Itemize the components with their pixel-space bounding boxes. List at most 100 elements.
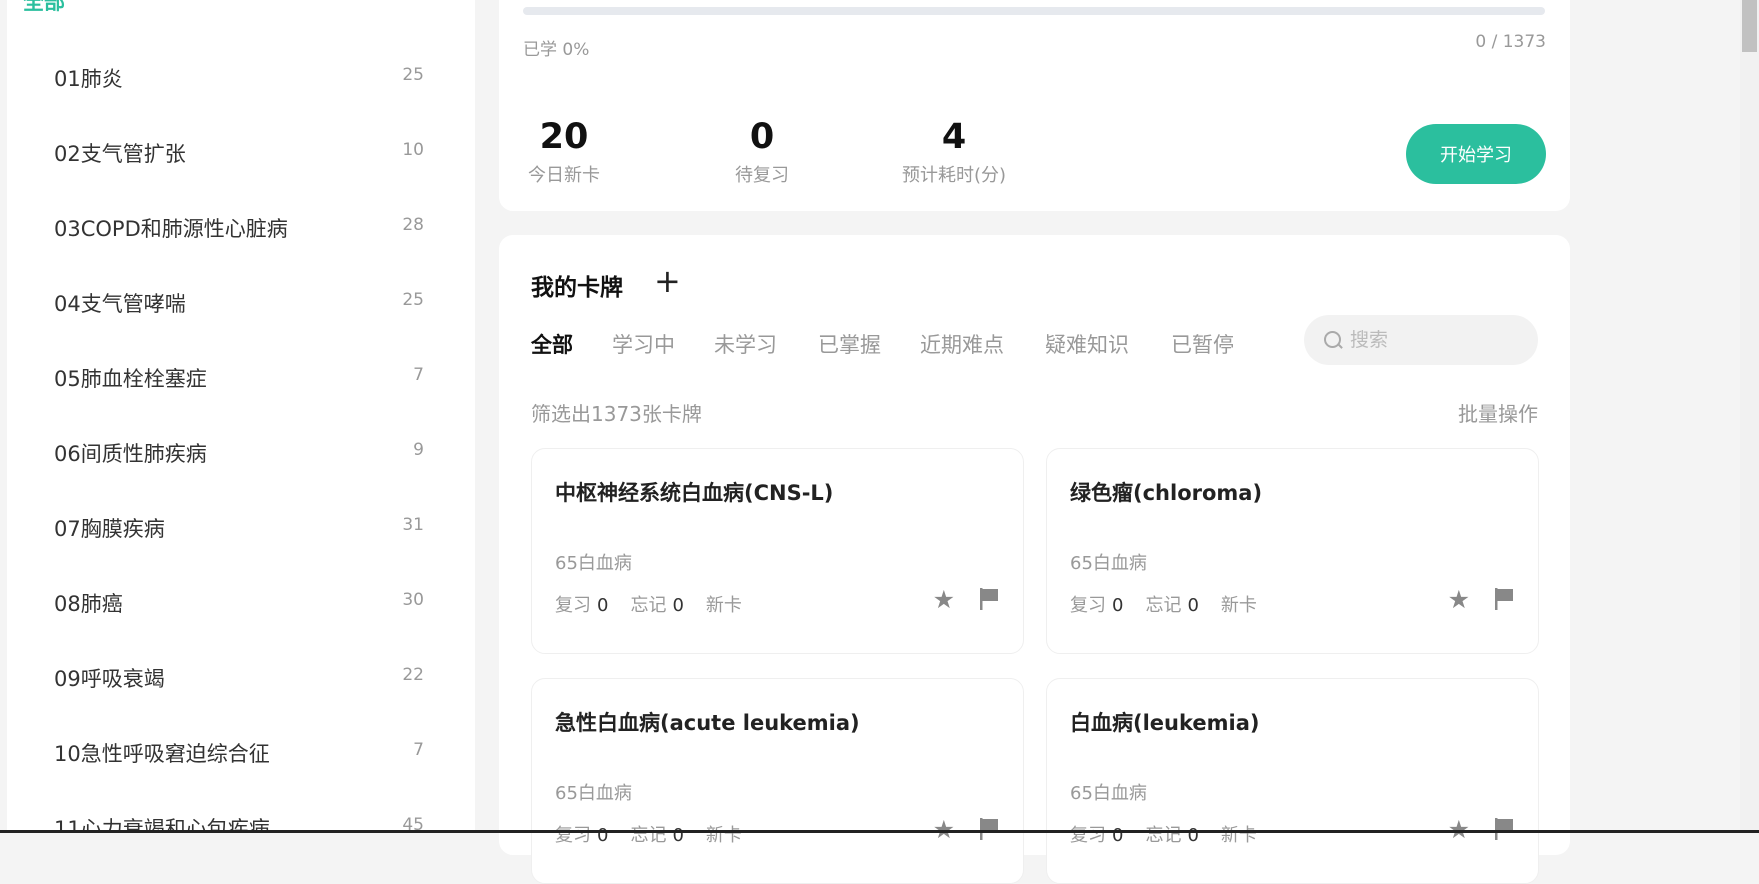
panel-title: 我的卡牌 — [531, 275, 623, 301]
sidebar-item-09[interactable]: 09呼吸衰竭 22 — [7, 639, 475, 714]
sidebar-item-label: 04支气管哮喘 — [54, 292, 186, 316]
tab-paused[interactable]: 已暂停 — [1171, 329, 1234, 359]
card-title: 急性白血病(acute leukemia) — [555, 711, 860, 735]
stat-to-review: 0 待复习 — [717, 119, 807, 187]
card-status: 新卡 — [1220, 825, 1257, 846]
sidebar-item-label: 01肺炎 — [54, 67, 123, 91]
sidebar-item-03[interactable]: 03COPD和肺源性心脏病 28 — [7, 189, 475, 264]
deck-list: 01肺炎 25 02支气管扩张 10 03COPD和肺源性心脏病 28 04支气… — [7, 39, 475, 833]
star-icon[interactable]: ★ — [1448, 587, 1470, 612]
review-label: 复习 — [1070, 825, 1106, 846]
sidebar-all-label[interactable]: 全部 — [23, 0, 65, 16]
card-title: 白血病(leukemia) — [1070, 711, 1260, 735]
sidebar-item-label: 06间质性肺疾病 — [54, 442, 207, 466]
sidebar-total-count: 1373 — [379, 0, 417, 4]
card-deck: 65白血病 — [555, 783, 632, 804]
card-meta: 复习 0 忘记 0 新卡 — [555, 821, 742, 847]
card-status: 新卡 — [705, 595, 742, 616]
forget-count: 0 — [672, 595, 684, 616]
sidebar-item-label: 08肺癌 — [54, 592, 123, 616]
scrollbar-thumb[interactable] — [1742, 0, 1757, 52]
card-meta: 复习 0 忘记 0 新卡 — [555, 591, 742, 617]
review-count: 0 — [1112, 595, 1124, 616]
sidebar-item-02[interactable]: 02支气管扩张 10 — [7, 114, 475, 189]
tab-learning[interactable]: 学习中 — [612, 329, 675, 359]
tab-difficult-knowledge[interactable]: 疑难知识 — [1045, 329, 1129, 359]
card-item[interactable]: 急性白血病(acute leukemia) 65白血病 复习0忘记0新卡 ★ — [531, 678, 1024, 884]
sidebar-item-08[interactable]: 08肺癌 30 — [7, 564, 475, 639]
sidebar-item-count: 9 — [413, 440, 424, 460]
star-icon[interactable]: ★ — [933, 587, 955, 612]
sidebar-item-label: 02支气管扩张 — [54, 142, 186, 166]
sidebar-item-count: 25 — [402, 290, 424, 310]
stat-value: 4 — [941, 117, 967, 157]
search-box[interactable] — [1304, 315, 1538, 365]
sidebar-item-count: 25 — [402, 65, 424, 85]
sidebar-item-11[interactable]: 11心力衰竭和心包疾病 45 — [7, 789, 475, 833]
sidebar-item-07[interactable]: 07胸膜疾病 31 — [7, 489, 475, 564]
sidebar-item-01[interactable]: 01肺炎 25 — [7, 39, 475, 114]
start-study-button[interactable]: 开始学习 — [1406, 124, 1546, 184]
card-item[interactable]: 中枢神经系统白血病(CNS-L) 65白血病 复习 0 忘记 0 新卡 ★ — [531, 448, 1024, 654]
flag-icon[interactable] — [1494, 817, 1514, 841]
review-count: 0 — [597, 595, 609, 616]
card-meta: 复习 0 忘记 0 新卡 — [1070, 821, 1257, 847]
learned-ratio: 0 / 1373 — [1475, 32, 1546, 52]
card-status: 新卡 — [705, 825, 742, 846]
sidebar-header[interactable]: 全部 1373 ⌄ — [23, 0, 453, 14]
card-deck: 65白血病 — [1070, 783, 1147, 804]
page-scrollbar[interactable] — [1740, 0, 1759, 833]
card-item[interactable]: 白血病(leukemia) 65白血病 复习0忘记0新卡 ★ — [1046, 678, 1539, 884]
study-stats-card: 已学 0% 0 / 1373 20 今日新卡 0 待复习 4 预计耗时(分) 开… — [499, 0, 1570, 211]
sidebar-item-count: 7 — [413, 365, 424, 385]
flag-icon[interactable] — [979, 587, 999, 611]
stat-new-today: 20 今日新卡 — [521, 119, 607, 187]
search-icon — [1324, 331, 1341, 348]
card-deck: 65白血病 — [1070, 553, 1147, 574]
card-title: 绿色瘤(chloroma) — [1070, 481, 1263, 505]
forget-label: 忘记 — [1145, 595, 1182, 616]
sidebar-item-05[interactable]: 05肺血栓栓塞症 7 — [7, 339, 475, 414]
my-cards-panel: 我的卡牌 + 全部 学习中 未学习 已掌握 近期难点 疑难知识 已暂停 筛选出1… — [499, 235, 1570, 884]
review-count: 0 — [1112, 825, 1124, 846]
sidebar-item-count: 10 — [402, 140, 424, 160]
forget-count: 0 — [1187, 595, 1199, 616]
stat-label: 预计耗时(分) — [901, 165, 1007, 186]
card-status: 新卡 — [1220, 595, 1257, 616]
forget-label: 忘记 — [1145, 825, 1182, 846]
forget-label: 忘记 — [630, 825, 667, 846]
tab-not-learned[interactable]: 未学习 — [714, 329, 777, 359]
filter-result-count: 筛选出1373张卡牌 — [531, 402, 702, 426]
card-deck: 65白血病 — [555, 553, 632, 574]
review-label: 复习 — [555, 595, 591, 616]
flag-icon[interactable] — [1494, 587, 1514, 611]
sidebar-item-count: 30 — [402, 590, 424, 610]
tab-mastered[interactable]: 已掌握 — [818, 329, 881, 359]
sidebar-item-10[interactable]: 10急性呼吸窘迫综合征 7 — [7, 714, 475, 789]
learned-percent: 已学 0% — [523, 40, 590, 60]
forget-count: 0 — [1187, 825, 1199, 846]
review-label: 复习 — [1070, 595, 1106, 616]
add-card-icon[interactable]: + — [654, 261, 681, 301]
sidebar-item-label: 10急性呼吸窘迫综合征 — [54, 742, 270, 766]
stat-est-time: 4 预计耗时(分) — [899, 119, 1009, 187]
stat-value: 0 — [749, 117, 775, 157]
search-input[interactable] — [1348, 324, 1522, 356]
stat-label: 待复习 — [735, 165, 789, 186]
sidebar-item-label: 03COPD和肺源性心脏病 — [54, 217, 288, 241]
tab-all[interactable]: 全部 — [531, 329, 573, 359]
batch-operation-button[interactable]: 批量操作 — [1458, 398, 1538, 427]
stat-label: 今日新卡 — [528, 165, 600, 186]
card-item[interactable]: 绿色瘤(chloroma) 65白血病 复习 0 忘记 0 新卡 ★ — [1046, 448, 1539, 654]
sidebar-item-label: 07胸膜疾病 — [54, 517, 165, 541]
flag-icon[interactable] — [979, 817, 999, 841]
tab-recent-difficult[interactable]: 近期难点 — [920, 329, 1004, 359]
sidebar-item-count: 31 — [402, 515, 424, 535]
review-count: 0 — [597, 825, 609, 846]
forget-count: 0 — [672, 825, 684, 846]
card-title: 中枢神经系统白血病(CNS-L) — [555, 481, 834, 505]
card-meta: 复习 0 忘记 0 新卡 — [1070, 591, 1257, 617]
sidebar-item-04[interactable]: 04支气管哮喘 25 — [7, 264, 475, 339]
sidebar-item-06[interactable]: 06间质性肺疾病 9 — [7, 414, 475, 489]
sidebar: 全部 1373 ⌄ 01肺炎 25 02支气管扩张 10 03COPD和肺源性心… — [7, 0, 475, 833]
